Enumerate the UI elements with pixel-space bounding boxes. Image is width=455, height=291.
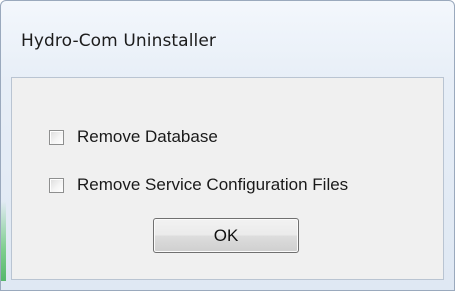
dialog-content-panel: Remove Database Remove Service Configura… — [11, 77, 444, 280]
window-edge-accent — [1, 201, 6, 281]
remove-database-checkbox[interactable] — [49, 129, 64, 145]
remove-database-option[interactable]: Remove Database — [49, 125, 218, 149]
remove-service-configuration-files-label[interactable]: Remove Service Configuration Files — [77, 175, 348, 195]
ok-button-label: OK — [213, 225, 239, 245]
remove-database-label[interactable]: Remove Database — [77, 127, 218, 147]
remove-service-configuration-files-option[interactable]: Remove Service Configuration Files — [49, 173, 348, 197]
uninstaller-window: Hydro-Com Uninstaller Remove Database Re… — [0, 0, 455, 291]
window-title: Hydro-Com Uninstaller — [21, 31, 216, 51]
title-bar[interactable]: Hydro-Com Uninstaller — [1, 1, 454, 77]
ok-button[interactable]: OK — [153, 218, 299, 253]
remove-service-configuration-files-checkbox[interactable] — [49, 177, 64, 193]
